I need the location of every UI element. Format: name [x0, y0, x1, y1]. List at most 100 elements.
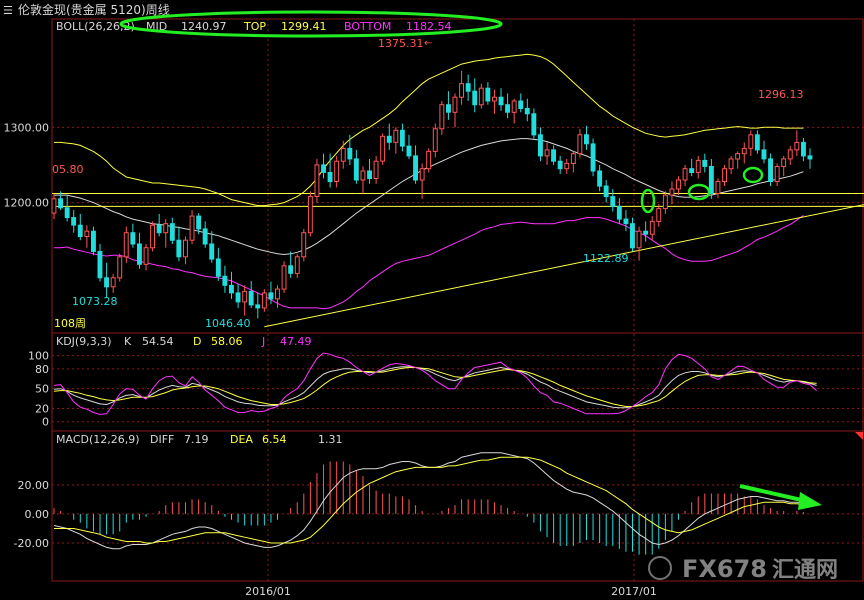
candle-body [708, 166, 714, 195]
candle-body [386, 135, 392, 143]
candle-body [577, 134, 583, 155]
candle-body [472, 90, 478, 106]
candle-body [498, 96, 504, 106]
boll-y-tick: 1200.00 [4, 197, 50, 210]
green-arrow-shaft [739, 484, 807, 503]
candle-body [169, 223, 175, 241]
candle-body [623, 218, 629, 225]
candle-body [689, 168, 695, 173]
green-arrow-head-icon [798, 492, 822, 510]
candle-body [531, 113, 537, 136]
candle-body [801, 141, 806, 157]
candle-body [196, 215, 202, 230]
kdj-y-tick: 50 [35, 383, 49, 396]
candle-body [123, 232, 129, 258]
kdj-y-tick: 100 [28, 350, 49, 363]
kdj-line-k [53, 366, 817, 409]
candle-body [215, 258, 221, 277]
candle-body [64, 207, 70, 219]
kdj-indicator-name[interactable]: KDJ(9,3,3) [56, 335, 112, 348]
x-axis-label: 2017/01 [611, 585, 657, 598]
candle-body [432, 128, 438, 152]
candle-body [268, 292, 274, 300]
candle-body [518, 100, 524, 109]
candle-body [209, 243, 215, 260]
kdj-y-tick: 20 [35, 402, 49, 415]
candle-body [380, 135, 386, 162]
kdj-y-tick: 80 [35, 363, 49, 376]
candle-body [321, 164, 327, 173]
trend-line [264, 204, 864, 328]
candle-body [110, 277, 116, 288]
macd-legend: MACD(12,26,9) DIFF 7.19 DEA 6.54 1.31 [56, 433, 343, 446]
candle-body [446, 104, 451, 113]
candle-body [229, 284, 234, 294]
candle-body [301, 232, 307, 258]
candle-body [754, 134, 760, 151]
annotation-low-3: 1046.40 [205, 317, 251, 330]
candle-body [544, 149, 550, 157]
kdj-d-value: 58.06 [211, 335, 243, 348]
candle-body [722, 168, 727, 182]
candle-body [77, 224, 83, 237]
candle-body [347, 147, 353, 160]
candle-body [643, 230, 649, 235]
macd-y-tick: -20.00 [14, 537, 49, 550]
candle-body [603, 185, 609, 197]
chart-title: 伦敦金现(贵金属 5120)周线 [18, 2, 170, 17]
candle-body [741, 147, 747, 155]
macd-line-dea [54, 456, 804, 544]
candle-body [406, 145, 412, 157]
annotation-price-left: 05.80 [52, 163, 84, 176]
candle-body [137, 243, 142, 265]
boll-mid-value: 1240.97 [181, 20, 227, 33]
candle-body [439, 104, 445, 130]
outer-frame [51, 18, 864, 582]
candle-body [189, 215, 195, 241]
candle-body [774, 166, 780, 183]
macd-y-tick: 0.00 [25, 508, 50, 521]
candle-body [340, 147, 346, 162]
candle-body [459, 83, 465, 98]
macd-dea-value: 6.54 [262, 433, 287, 446]
candle-body [202, 228, 208, 245]
candle-body [327, 172, 333, 182]
candle-body [242, 290, 248, 303]
candle-body [51, 198, 57, 214]
candle-body [150, 224, 156, 249]
candle-body [426, 150, 432, 170]
candle-body [669, 188, 675, 196]
candle-body [597, 170, 603, 187]
boll-y-tick: 1300.00 [4, 121, 50, 134]
candle-body [768, 158, 773, 182]
candle-body [307, 196, 313, 234]
kdj-d-label: D [193, 335, 201, 348]
candle-body [590, 143, 596, 172]
candle-body [570, 153, 576, 164]
candle-body [222, 275, 228, 286]
candle-body [676, 179, 681, 190]
candle-body [761, 149, 767, 160]
candle-body [610, 196, 616, 207]
candlesticks [51, 70, 813, 319]
candle-body [538, 134, 543, 157]
candle-body [492, 96, 497, 102]
candle-body [373, 160, 379, 179]
boll-top-band [54, 53, 804, 207]
candle-body [485, 87, 491, 102]
candle-body [728, 158, 734, 170]
watermark-cn: 汇通网 [772, 558, 838, 583]
candle-body [465, 83, 471, 92]
candle-body [584, 134, 589, 145]
candle-body [183, 239, 188, 258]
candle-body [143, 247, 149, 265]
kdj-line-j [53, 352, 817, 415]
macd-value: 1.31 [318, 433, 343, 446]
candle-body [176, 239, 182, 258]
macd-diff-label: DIFF [150, 433, 174, 446]
kdj-k-label: K [124, 335, 132, 348]
candle-body [255, 304, 261, 309]
candle-body [156, 224, 162, 234]
annotation-low-1: 1122.89 [583, 252, 629, 265]
macd-indicator-name[interactable]: MACD(12,26,9) [56, 433, 140, 446]
